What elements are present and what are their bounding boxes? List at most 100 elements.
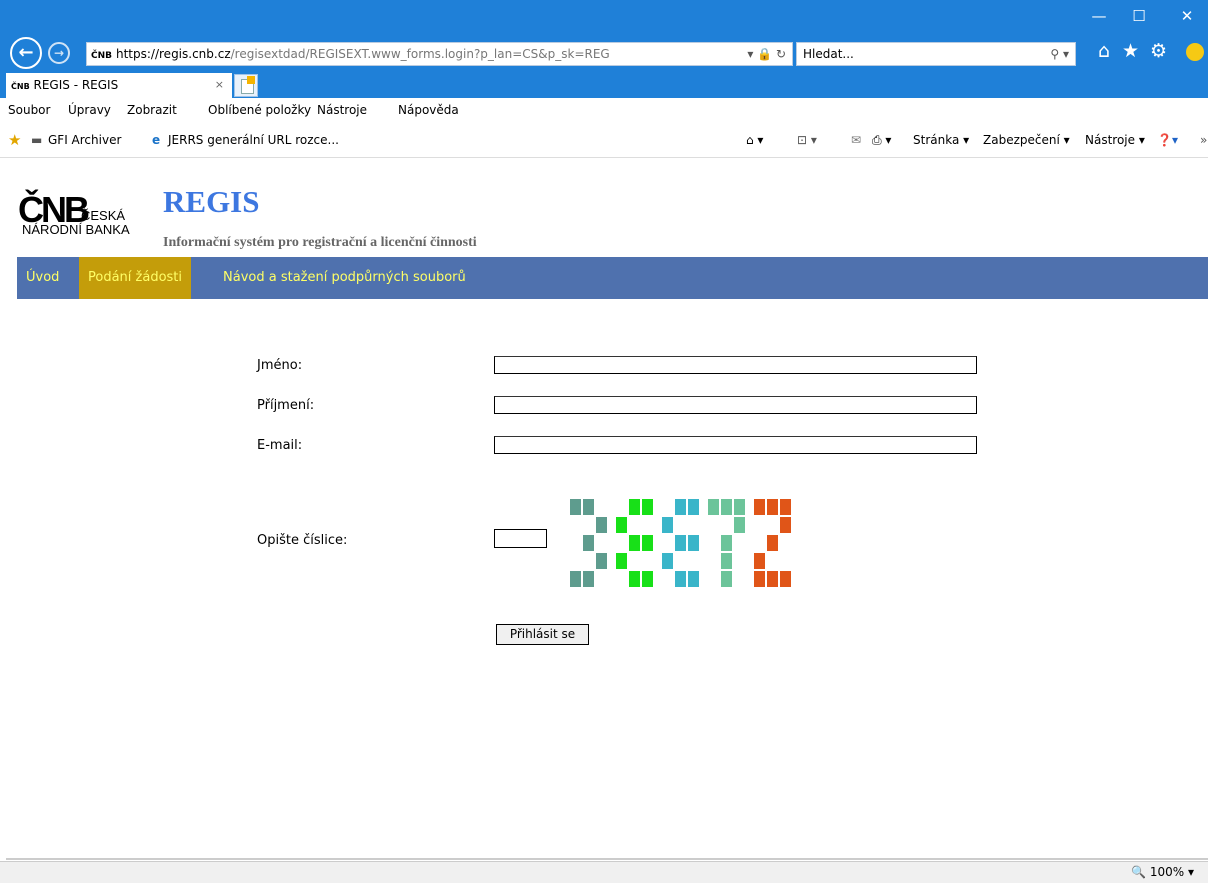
nav-navod[interactable]: Návod a stažení podpůrných souborů — [214, 257, 475, 299]
arrow-right-icon: → — [53, 46, 65, 60]
search-input[interactable]: Hledat... ⚲ ▾ — [796, 42, 1076, 66]
search-placeholder: Hledat... — [803, 47, 854, 61]
zoom-level[interactable]: 🔍 100% ▾ — [1131, 865, 1194, 879]
menu-soubor[interactable]: Soubor — [8, 98, 50, 122]
captcha-pixel — [754, 553, 765, 569]
minimize-button[interactable]: — — [1084, 4, 1114, 28]
captcha-pixel — [642, 571, 653, 587]
last-name-field[interactable] — [494, 396, 977, 414]
captcha-pixel — [642, 499, 653, 515]
url-path: /regisextdad/REGISEXT.www_forms.login?p_… — [230, 47, 610, 61]
captcha-pixel — [583, 571, 594, 587]
captcha-digit — [754, 499, 791, 587]
main-nav: Úvod Podání žádosti Návod a stažení podp… — [17, 257, 1208, 299]
favorites-star-icon[interactable]: ★ — [1122, 40, 1139, 62]
feeds-icon[interactable]: ⊡ ▾ — [797, 123, 817, 157]
new-tab-button[interactable] — [234, 74, 258, 97]
menu-zobrazit[interactable]: Zobrazit — [127, 98, 177, 122]
captcha-pixel — [629, 571, 640, 587]
captcha-pixel — [583, 499, 594, 515]
captcha-input[interactable] — [494, 529, 547, 548]
page-title: REGIS — [163, 184, 260, 219]
captcha-digit — [662, 499, 699, 587]
captcha-digit — [708, 499, 745, 587]
menu-nastroje[interactable]: Nástroje — [317, 98, 367, 122]
logo-ceska-text: ČESKÁ — [81, 208, 126, 223]
mail-icon[interactable]: ✉ — [851, 123, 861, 157]
captcha-pixel — [570, 571, 581, 587]
captcha-pixel — [570, 499, 581, 515]
tab-close-icon[interactable]: × — [215, 73, 224, 97]
captcha-pixel — [708, 499, 719, 515]
print-icon[interactable]: ⎙ ▾ — [872, 123, 891, 157]
fav-gfi-archiver[interactable]: GFI Archiver — [48, 123, 121, 157]
security-menu[interactable]: Zabezpečení ▾ — [983, 123, 1070, 157]
captcha-label: Opište číslice: — [257, 533, 348, 548]
login-button[interactable]: Přihlásit se — [496, 624, 589, 645]
captcha-pixel — [721, 535, 732, 551]
back-button[interactable]: ← — [10, 37, 42, 69]
help-icon[interactable]: ❓▾ — [1157, 123, 1178, 157]
ie-page-icon: e — [152, 133, 161, 147]
home-icon[interactable]: ⌂ — [1098, 40, 1110, 62]
fav-jerrs[interactable]: JERRS generální URL rozce... — [168, 123, 339, 157]
captcha-pixel — [754, 499, 765, 515]
menu-upravy[interactable]: Úpravy — [68, 98, 111, 122]
captcha-pixel — [662, 517, 673, 533]
last-name-label: Příjmení: — [257, 398, 315, 413]
page-subtitle: Informační systém pro registrační a lice… — [163, 235, 477, 250]
menu-oblibene[interactable]: Oblíbené položky — [208, 98, 311, 122]
nav-podani-zadosti[interactable]: Podání žádosti — [79, 257, 192, 299]
captcha-pixel — [688, 571, 699, 587]
more-icon[interactable]: » — [1200, 123, 1207, 157]
captcha-pixel — [721, 571, 732, 587]
captcha-pixel — [583, 535, 594, 551]
captcha-pixel — [629, 535, 640, 551]
favorites-bar: ★ ▬ GFI Archiver e JERRS generální URL r… — [0, 123, 1208, 158]
captcha-pixel — [780, 517, 791, 533]
captcha-pixel — [688, 499, 699, 515]
tab-favicon: ČNB — [11, 82, 30, 91]
settings-gear-icon[interactable]: ⚙ — [1150, 40, 1167, 62]
captcha-pixel — [767, 499, 778, 515]
address-bar[interactable]: ČNB https://regis.cnb.cz/regisextdad/REGI… — [86, 42, 793, 66]
maximize-button[interactable]: ☐ — [1124, 4, 1154, 28]
add-favorite-star-icon[interactable]: ★ — [8, 123, 21, 157]
tab-strip: ČNB REGIS - REGIS × — [0, 73, 1208, 98]
arrow-left-icon: ← — [18, 42, 34, 63]
feedback-smiley-icon[interactable] — [1186, 43, 1204, 61]
first-name-label: Jméno: — [257, 358, 303, 373]
address-tools-icons[interactable]: ▾ 🔒 ↻ — [747, 43, 786, 65]
captcha-pixel — [616, 517, 627, 533]
tools-menu[interactable]: Nástroje ▾ — [1085, 123, 1145, 157]
captcha-pixel — [596, 517, 607, 533]
email-field[interactable] — [494, 436, 977, 454]
menu-napoveda[interactable]: Nápověda — [398, 98, 459, 122]
search-icon[interactable]: ⚲ ▾ — [1050, 43, 1069, 65]
captcha-pixel — [721, 553, 732, 569]
tab-regis[interactable]: ČNB REGIS - REGIS × — [6, 73, 232, 98]
url-scheme: https:// — [116, 47, 160, 61]
captcha-pixel — [767, 571, 778, 587]
logo-narodni-text: NÁRODNÍ BANKA — [22, 222, 130, 237]
captcha-pixel — [734, 517, 745, 533]
captcha-pixel — [688, 535, 699, 551]
cnb-logo: ČNB ČESKÁ NÁRODNÍ BANKA — [18, 191, 158, 246]
first-name-field[interactable] — [494, 356, 977, 374]
site-favicon: ČNB — [91, 51, 112, 61]
home-dropdown-icon[interactable]: ⌂ ▾ — [746, 123, 763, 157]
captcha-pixel — [734, 499, 745, 515]
menu-bar: Soubor Úpravy Zobrazit Oblíbené položky … — [0, 98, 1208, 123]
close-window-button[interactable]: ✕ — [1172, 4, 1202, 28]
captcha-pixel — [675, 535, 686, 551]
captcha-pixel — [780, 571, 791, 587]
page-menu[interactable]: Stránka ▾ — [913, 123, 969, 157]
captcha-pixel — [616, 553, 627, 569]
captcha-pixel — [642, 535, 653, 551]
captcha-pixel — [721, 499, 732, 515]
forward-button[interactable]: → — [48, 42, 70, 64]
captcha-image — [570, 499, 791, 587]
email-label: E-mail: — [257, 438, 303, 453]
nav-uvod[interactable]: Úvod — [17, 257, 68, 299]
captcha-pixel — [596, 553, 607, 569]
